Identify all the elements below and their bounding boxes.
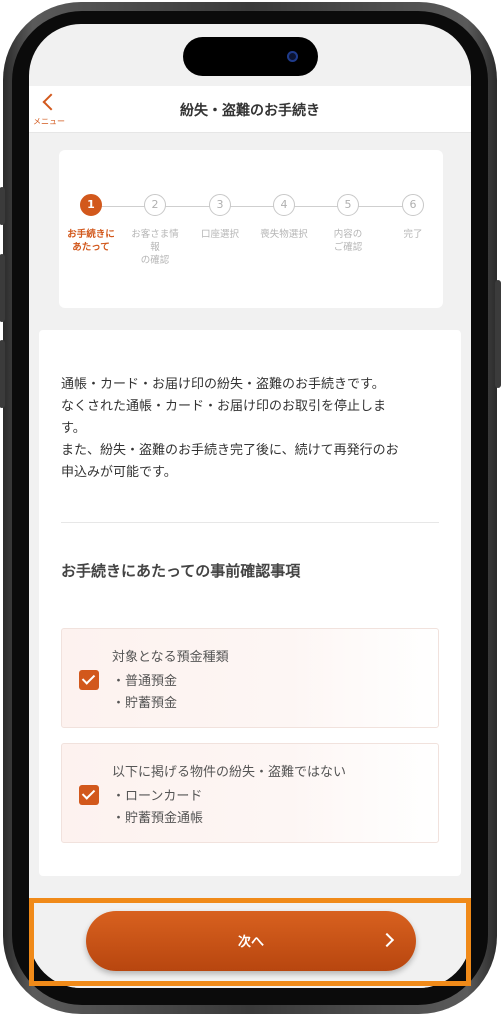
step-6: 6 完了: [383, 194, 443, 241]
check-title: 対象となる預金種類: [112, 650, 229, 665]
intro-line-3: す。: [61, 421, 86, 436]
step-6-number: 6: [402, 194, 424, 216]
intro-text: 通帳・カード・お届け印の紛失・盗難のお手続きです。 なくされた通帳・カード・お届…: [61, 374, 441, 484]
page-title: 紛失・盗難のお手続き: [180, 103, 320, 119]
camera-icon: [287, 51, 298, 62]
phone-screen: メニュー 紛失・盗難のお手続き 1 お手続きに あたって 2 お客さま情 報 の…: [29, 24, 471, 988]
check-item: ・貯蓄預金通帳: [112, 811, 204, 826]
intro-line-1: 通帳・カード・お届け印の紛失・盗難のお手続きです。: [61, 377, 385, 392]
check-item: ・ローンカード: [112, 789, 203, 804]
power-button: [495, 280, 501, 388]
action-button: [0, 187, 5, 225]
section-title: お手続きにあたっての事前確認事項: [61, 562, 301, 580]
check-item: ・普通預金: [112, 674, 178, 689]
step-1-label: お手続きに あたって: [67, 229, 115, 253]
check-item: ・貯蓄預金: [112, 696, 178, 711]
check-title: 以下に掲げる物件の紛失・盗難ではない: [112, 765, 347, 780]
highlight-box: [29, 898, 471, 986]
step-4: 4 喪失物選択: [254, 194, 314, 241]
divider: [61, 522, 439, 523]
step-3-number: 3: [209, 194, 231, 216]
step-5-label: 内容の ご確認: [333, 229, 363, 253]
checkbox-checked-icon[interactable]: [79, 670, 99, 690]
step-2-label: お客さま情 報 の確認: [131, 229, 179, 266]
checkbox-checked-icon[interactable]: [79, 785, 99, 805]
volume-up-button: [0, 254, 5, 322]
confirm-check-deposit-types[interactable]: 対象となる預金種類 ・普通預金 ・貯蓄預金: [61, 628, 439, 728]
intro-line-2: なくされた通帳・カード・お届け印のお取引を停止しま: [61, 399, 387, 414]
step-2: 2 お客さま情 報 の確認: [125, 194, 185, 267]
confirm-check-excluded-items[interactable]: 以下に掲げる物件の紛失・盗難ではない ・ローンカード ・貯蓄預金通帳: [61, 743, 439, 843]
step-2-number: 2: [144, 194, 166, 216]
step-5: 5 内容の ご確認: [318, 194, 378, 254]
step-6-label: 完了: [403, 229, 423, 240]
volume-down-button: [0, 340, 5, 408]
progress-stepper: 1 お手続きに あたって 2 お客さま情 報 の確認 3 口座選択 4 喪失物選…: [59, 150, 443, 308]
step-5-number: 5: [337, 194, 359, 216]
intro-line-5: 申込みが可能です。: [61, 465, 177, 480]
step-4-label: 喪失物選択: [260, 229, 308, 240]
step-1-number: 1: [80, 194, 102, 216]
step-3-label: 口座選択: [200, 229, 239, 240]
intro-line-4: また、紛失・盗難のお手続き完了後に、続けて再発行のお: [61, 443, 399, 458]
content-card: 通帳・カード・お届け印の紛失・盗難のお手続きです。 なくされた通帳・カード・お届…: [39, 330, 461, 876]
app-header: メニュー 紛失・盗難のお手続き: [29, 86, 471, 133]
step-3: 3 口座選択: [190, 194, 250, 241]
step-4-number: 4: [273, 194, 295, 216]
dynamic-island: [183, 37, 318, 76]
step-1: 1 お手続きに あたって: [61, 194, 121, 254]
